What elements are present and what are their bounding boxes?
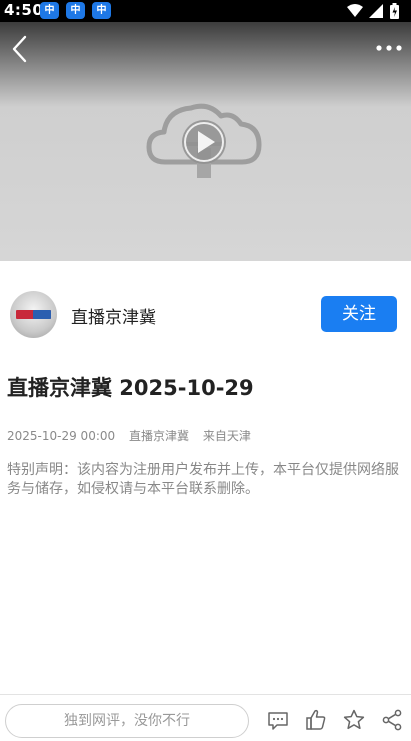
comment-input[interactable]: 独到网评，没你不行 (5, 704, 249, 738)
article-title: 直播京津冀 2025-10-29 (7, 376, 254, 400)
comment-icon[interactable] (266, 708, 290, 732)
follow-button[interactable]: 关注 (321, 296, 397, 332)
avatar[interactable] (10, 291, 57, 338)
article-location: 来自天津 (202, 429, 251, 443)
status-time: 4:50 (4, 1, 44, 19)
disclaimer-text: 特别声明：该内容为注册用户发布并上传，本平台仅提供网络服务与储存，如侵权请与本平… (7, 462, 399, 497)
like-icon[interactable] (304, 708, 328, 732)
back-arrow-icon[interactable] (6, 32, 34, 66)
wifi-icon (347, 4, 363, 17)
avatar-logo-shape (33, 310, 51, 319)
article-meta: 2025-10-29 00:00 直播京津冀 来自天津 (7, 427, 261, 444)
system-status-icons (347, 3, 399, 19)
cloud-play-icon[interactable] (145, 100, 263, 186)
article-source[interactable]: 直播京津冀 (129, 429, 189, 443)
news-app-icon: 中 (40, 2, 59, 19)
more-dots-icon[interactable] (375, 36, 403, 60)
favorite-star-icon[interactable] (342, 708, 366, 732)
battery-icon (390, 3, 399, 19)
status-bar: 4:50 中 中 中 (0, 0, 411, 22)
bottom-action-bar: 独到网评，没你不行 (0, 694, 411, 741)
signal-icon (369, 4, 383, 18)
author-row: 直播京津冀 关注 (0, 286, 411, 342)
share-icon[interactable] (380, 708, 404, 732)
author-name[interactable]: 直播京津冀 (71, 303, 156, 328)
publish-datetime: 2025-10-29 00:00 (7, 429, 116, 443)
video-player[interactable] (0, 22, 411, 261)
news-app-icon: 中 (92, 2, 111, 19)
news-app-icon: 中 (66, 2, 85, 19)
